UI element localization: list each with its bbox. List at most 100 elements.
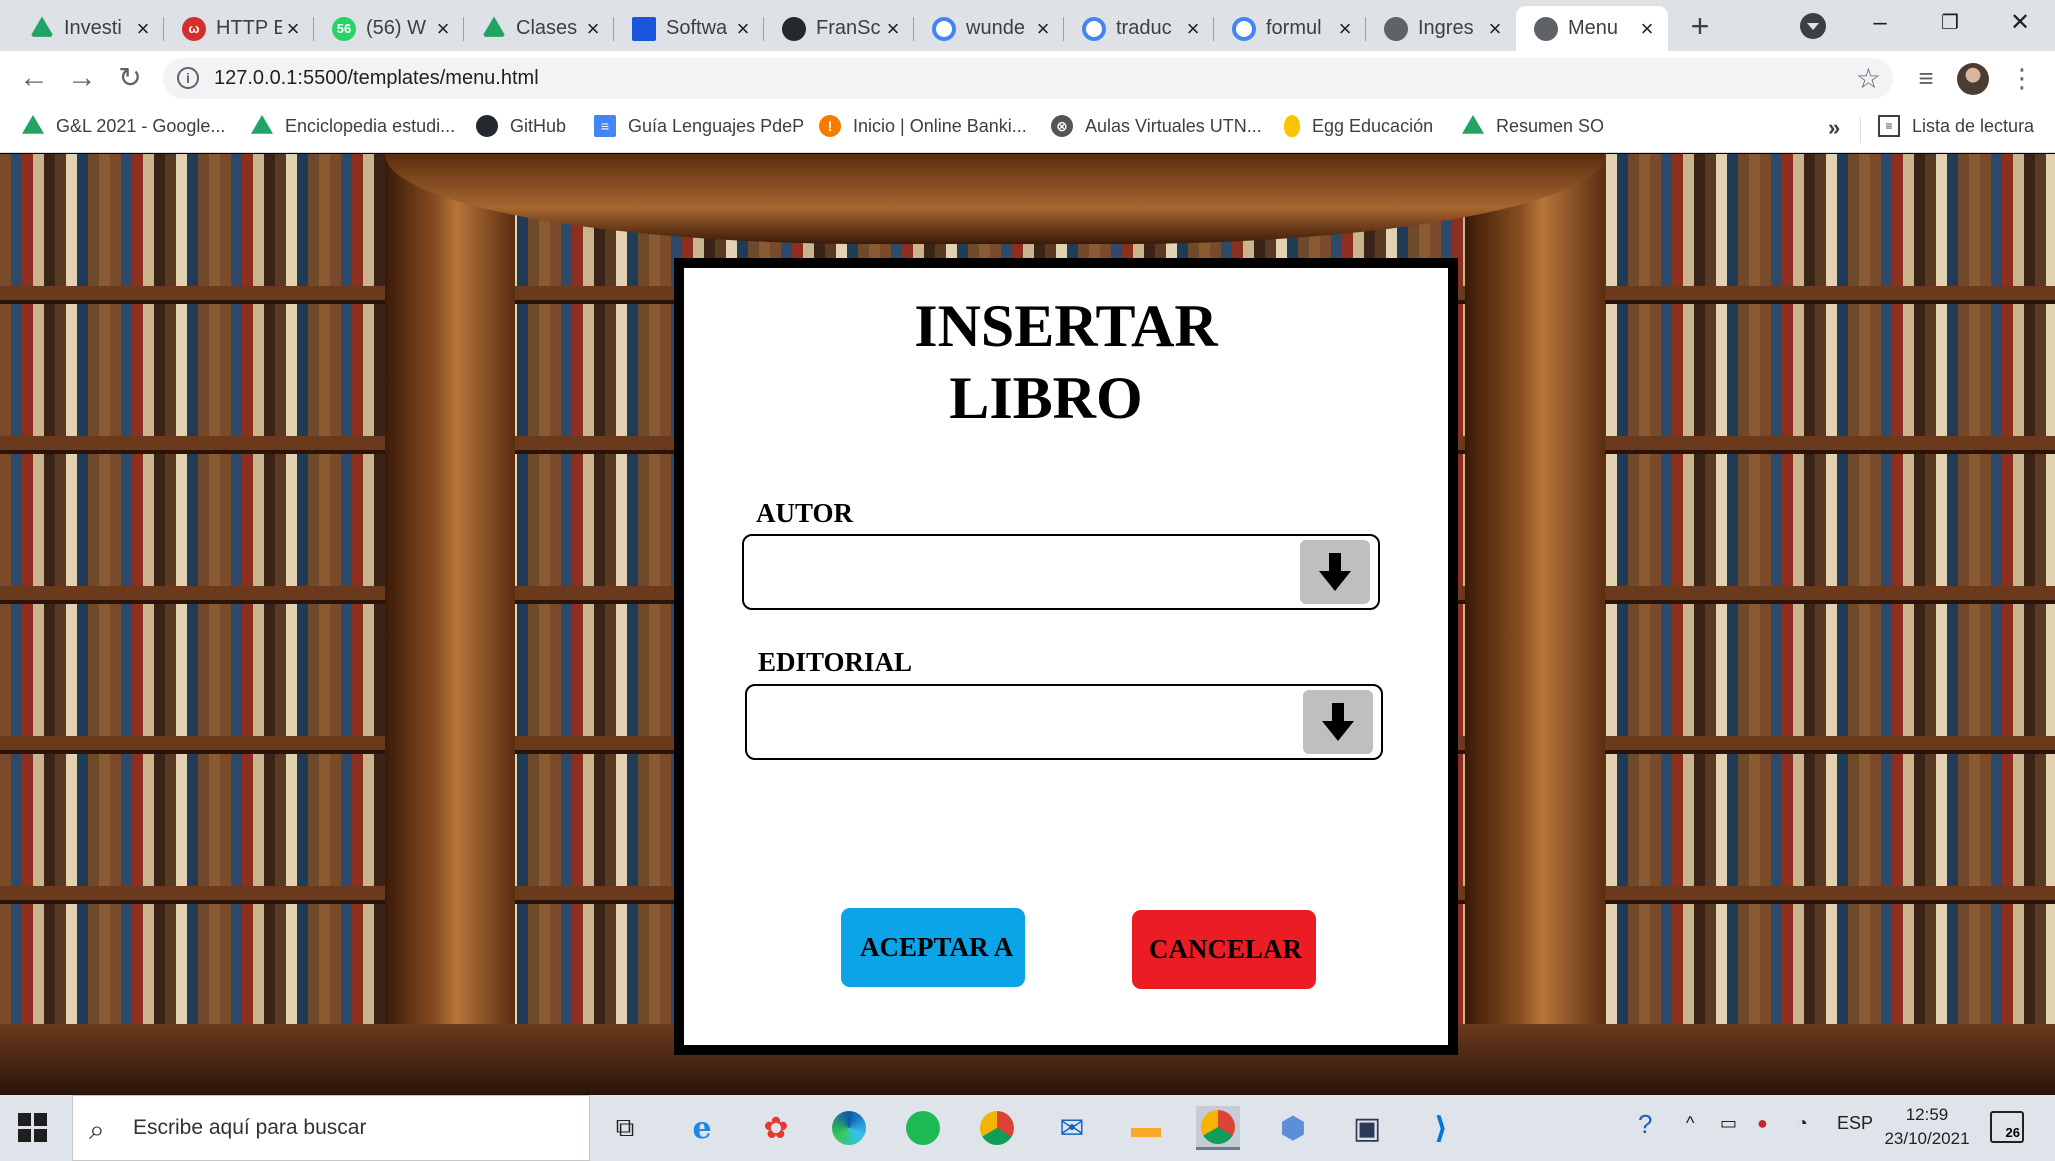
close-icon[interactable]: × (1484, 16, 1506, 42)
tab-menu-active[interactable]: Menu × (1516, 6, 1668, 51)
google-icon (1082, 16, 1106, 41)
internet-explorer-icon[interactable]: e (680, 1106, 724, 1150)
terminal-app-icon[interactable]: ▣ (1345, 1106, 1389, 1150)
close-icon[interactable]: × (132, 16, 154, 42)
tab-search-icon[interactable] (1800, 13, 1826, 39)
address-bar[interactable]: i 127.0.0.1:5500/templates/menu.html ☆ (163, 58, 1893, 99)
tab-3[interactable]: Clases × (464, 6, 614, 51)
forward-icon[interactable]: → (64, 60, 100, 96)
reading-list-button[interactable]: ≡ Lista de lectura (1878, 115, 2034, 137)
chevron-up-icon[interactable]: ^ (1686, 1113, 1694, 1134)
tab-title: HTTP E (216, 17, 282, 39)
editorial-select[interactable] (745, 684, 1383, 760)
tab-title: Clases (516, 17, 578, 39)
back-icon[interactable]: ← (16, 60, 52, 96)
bookmark-item[interactable]: GitHub (476, 115, 566, 137)
media-queue-icon[interactable]: ≡ (1910, 63, 1942, 95)
bookmarks-bar: G&L 2021 - Google... Enciclopedia estudi… (0, 105, 2055, 153)
bookmark-item[interactable]: ≡ Guía Lenguajes PdeP (594, 115, 804, 137)
url-text[interactable]: 127.0.0.1:5500/templates/menu.html (214, 67, 539, 90)
close-window-button[interactable]: ✕ (1990, 6, 2050, 42)
bookmark-item[interactable]: ⊗ Aulas Virtuales UTN... (1051, 115, 1262, 137)
close-icon[interactable]: × (582, 16, 604, 42)
bookmark-item[interactable]: G&L 2021 - Google... (22, 115, 225, 137)
restore-button[interactable]: ❐ (1920, 6, 1980, 42)
tab-0[interactable]: Investi × (12, 6, 164, 51)
notifications-icon[interactable]: 26 (1990, 1111, 2024, 1143)
more-bookmarks-button[interactable]: » (1828, 115, 1840, 141)
autor-select[interactable] (742, 534, 1380, 610)
close-icon[interactable]: × (432, 16, 454, 42)
tab-title: traduc (1116, 17, 1172, 39)
close-icon[interactable]: × (282, 16, 304, 42)
bookmark-label: Guía Lenguajes PdeP (628, 115, 805, 136)
taskbar-search-input[interactable]: ⌕ Escribe aquí para buscar (72, 1095, 590, 1161)
arrow-down-icon[interactable] (1300, 540, 1370, 604)
spotify-icon[interactable] (901, 1106, 945, 1150)
google-drive-icon (482, 16, 506, 37)
file-explorer-icon[interactable]: ▬ (1124, 1106, 1168, 1150)
tab-6[interactable]: wunde × (914, 6, 1064, 51)
profile-avatar[interactable] (1957, 63, 1989, 95)
chrome-icon[interactable] (975, 1106, 1019, 1150)
windows-taskbar: ⌕ Escribe aquí para buscar ⧉ e ✿ ✉ ▬ ⬢ ▣… (0, 1095, 2055, 1161)
reload-icon[interactable]: ↻ (112, 60, 148, 96)
bookmark-label: Resumen SO (1496, 115, 1605, 136)
tab-2[interactable]: 56 (56) W × (314, 6, 464, 51)
github-icon (782, 16, 806, 41)
browser-toolbar: ← → ↻ i 127.0.0.1:5500/templates/menu.ht… (0, 51, 2055, 105)
tab-5[interactable]: FranSc × (764, 6, 914, 51)
clock-time: 12:59 (1905, 1105, 1949, 1124)
mail-icon[interactable]: ✉ (1050, 1106, 1094, 1150)
tab-1[interactable]: ω HTTP E × (164, 6, 314, 51)
info-icon[interactable]: i (177, 67, 199, 89)
cancel-button[interactable]: CANCELAR (1132, 910, 1316, 989)
tab-9[interactable]: Ingres × (1366, 6, 1516, 51)
battery-icon[interactable]: ▭ (1720, 1113, 1737, 1134)
cube-app-icon[interactable]: ⬢ (1271, 1106, 1315, 1150)
arrow-down-icon[interactable] (1303, 690, 1373, 754)
close-icon[interactable]: × (1032, 16, 1054, 42)
bookmark-item[interactable]: Egg Educación (1284, 115, 1433, 137)
close-icon[interactable]: × (1182, 16, 1204, 42)
tab-title: wunde (966, 17, 1025, 39)
vscode-icon[interactable]: ⟩ (1419, 1106, 1463, 1150)
language-indicator[interactable]: ESP (1837, 1113, 1873, 1134)
bookmark-item[interactable]: ! Inicio | Online Banki... (819, 115, 1027, 137)
task-view-icon[interactable]: ⧉ (603, 1106, 647, 1150)
minimize-button[interactable]: – (1850, 6, 1910, 42)
bookmark-item[interactable]: Enciclopedia estudi... (251, 115, 455, 137)
tab-title: Ingres (1418, 17, 1474, 39)
reading-list-icon: ≡ (1878, 115, 1900, 137)
insert-book-card: INSERTAR LIBRO AUTOR EDITORIAL ACEPTAR A… (674, 258, 1458, 1055)
tab-7[interactable]: traduc × (1064, 6, 1214, 51)
network-icon[interactable]: ● (1757, 1113, 1768, 1134)
accept-button[interactable]: ACEPTAR A (841, 908, 1025, 987)
page-title: INSERTAR (914, 293, 1218, 359)
clock-date: 23/10/2021 (1884, 1129, 1970, 1148)
page-background-library: INSERTAR LIBRO AUTOR EDITORIAL ACEPTAR A… (0, 154, 2055, 1095)
editorial-label: EDITORIAL (758, 647, 913, 677)
menu-dots-icon[interactable]: ⋮ (2006, 63, 2038, 95)
close-icon[interactable]: × (1334, 16, 1356, 42)
tab-4[interactable]: Softwa × (614, 6, 764, 51)
tab-title: Investi (64, 17, 122, 39)
paint-app-icon[interactable]: ✿ (754, 1106, 798, 1150)
edge-icon[interactable] (827, 1106, 871, 1150)
chrome-active-icon[interactable] (1196, 1106, 1240, 1150)
new-tab-button[interactable]: + (1682, 9, 1718, 45)
system-clock[interactable]: 12:59 23/10/2021 (1882, 1103, 1972, 1151)
search-placeholder: Escribe aquí para buscar (133, 1116, 367, 1139)
close-icon[interactable]: × (1636, 16, 1658, 42)
blue-square-icon (632, 16, 656, 41)
bookmark-item[interactable]: Resumen SO (1462, 115, 1604, 137)
tab-bar: Investi × ω HTTP E × 56 (56) W × Clases … (0, 0, 2055, 51)
help-icon[interactable]: ? (1638, 1109, 1652, 1140)
bookmark-star-icon[interactable]: ☆ (1856, 62, 1881, 95)
close-icon[interactable]: × (882, 16, 904, 42)
close-icon[interactable]: × (732, 16, 754, 42)
tab-8[interactable]: formul × (1214, 6, 1366, 51)
windows-start-icon[interactable] (18, 1113, 48, 1143)
globe-icon (1534, 16, 1558, 41)
wifi-icon[interactable]: ◔ (1797, 1113, 1808, 1134)
